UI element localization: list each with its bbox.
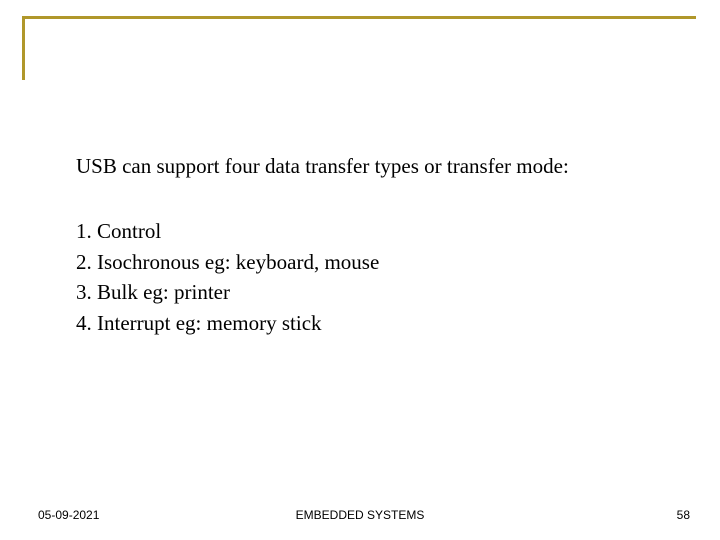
list-item: 1. Control	[76, 216, 666, 246]
transfer-type-list: 1. Control 2. Isochronous eg: keyboard, …	[76, 216, 666, 338]
footer-title: EMBEDDED SYSTEMS	[0, 508, 720, 522]
footer-page-number: 58	[677, 508, 690, 522]
list-item: 3. Bulk eg: printer	[76, 277, 666, 307]
list-item: 4. Interrupt eg: memory stick	[76, 308, 666, 338]
slide-border	[22, 16, 696, 80]
list-item: 2. Isochronous eg: keyboard, mouse	[76, 247, 666, 277]
slide-content: USB can support four data transfer types…	[76, 152, 666, 338]
intro-text: USB can support four data transfer types…	[76, 152, 666, 180]
